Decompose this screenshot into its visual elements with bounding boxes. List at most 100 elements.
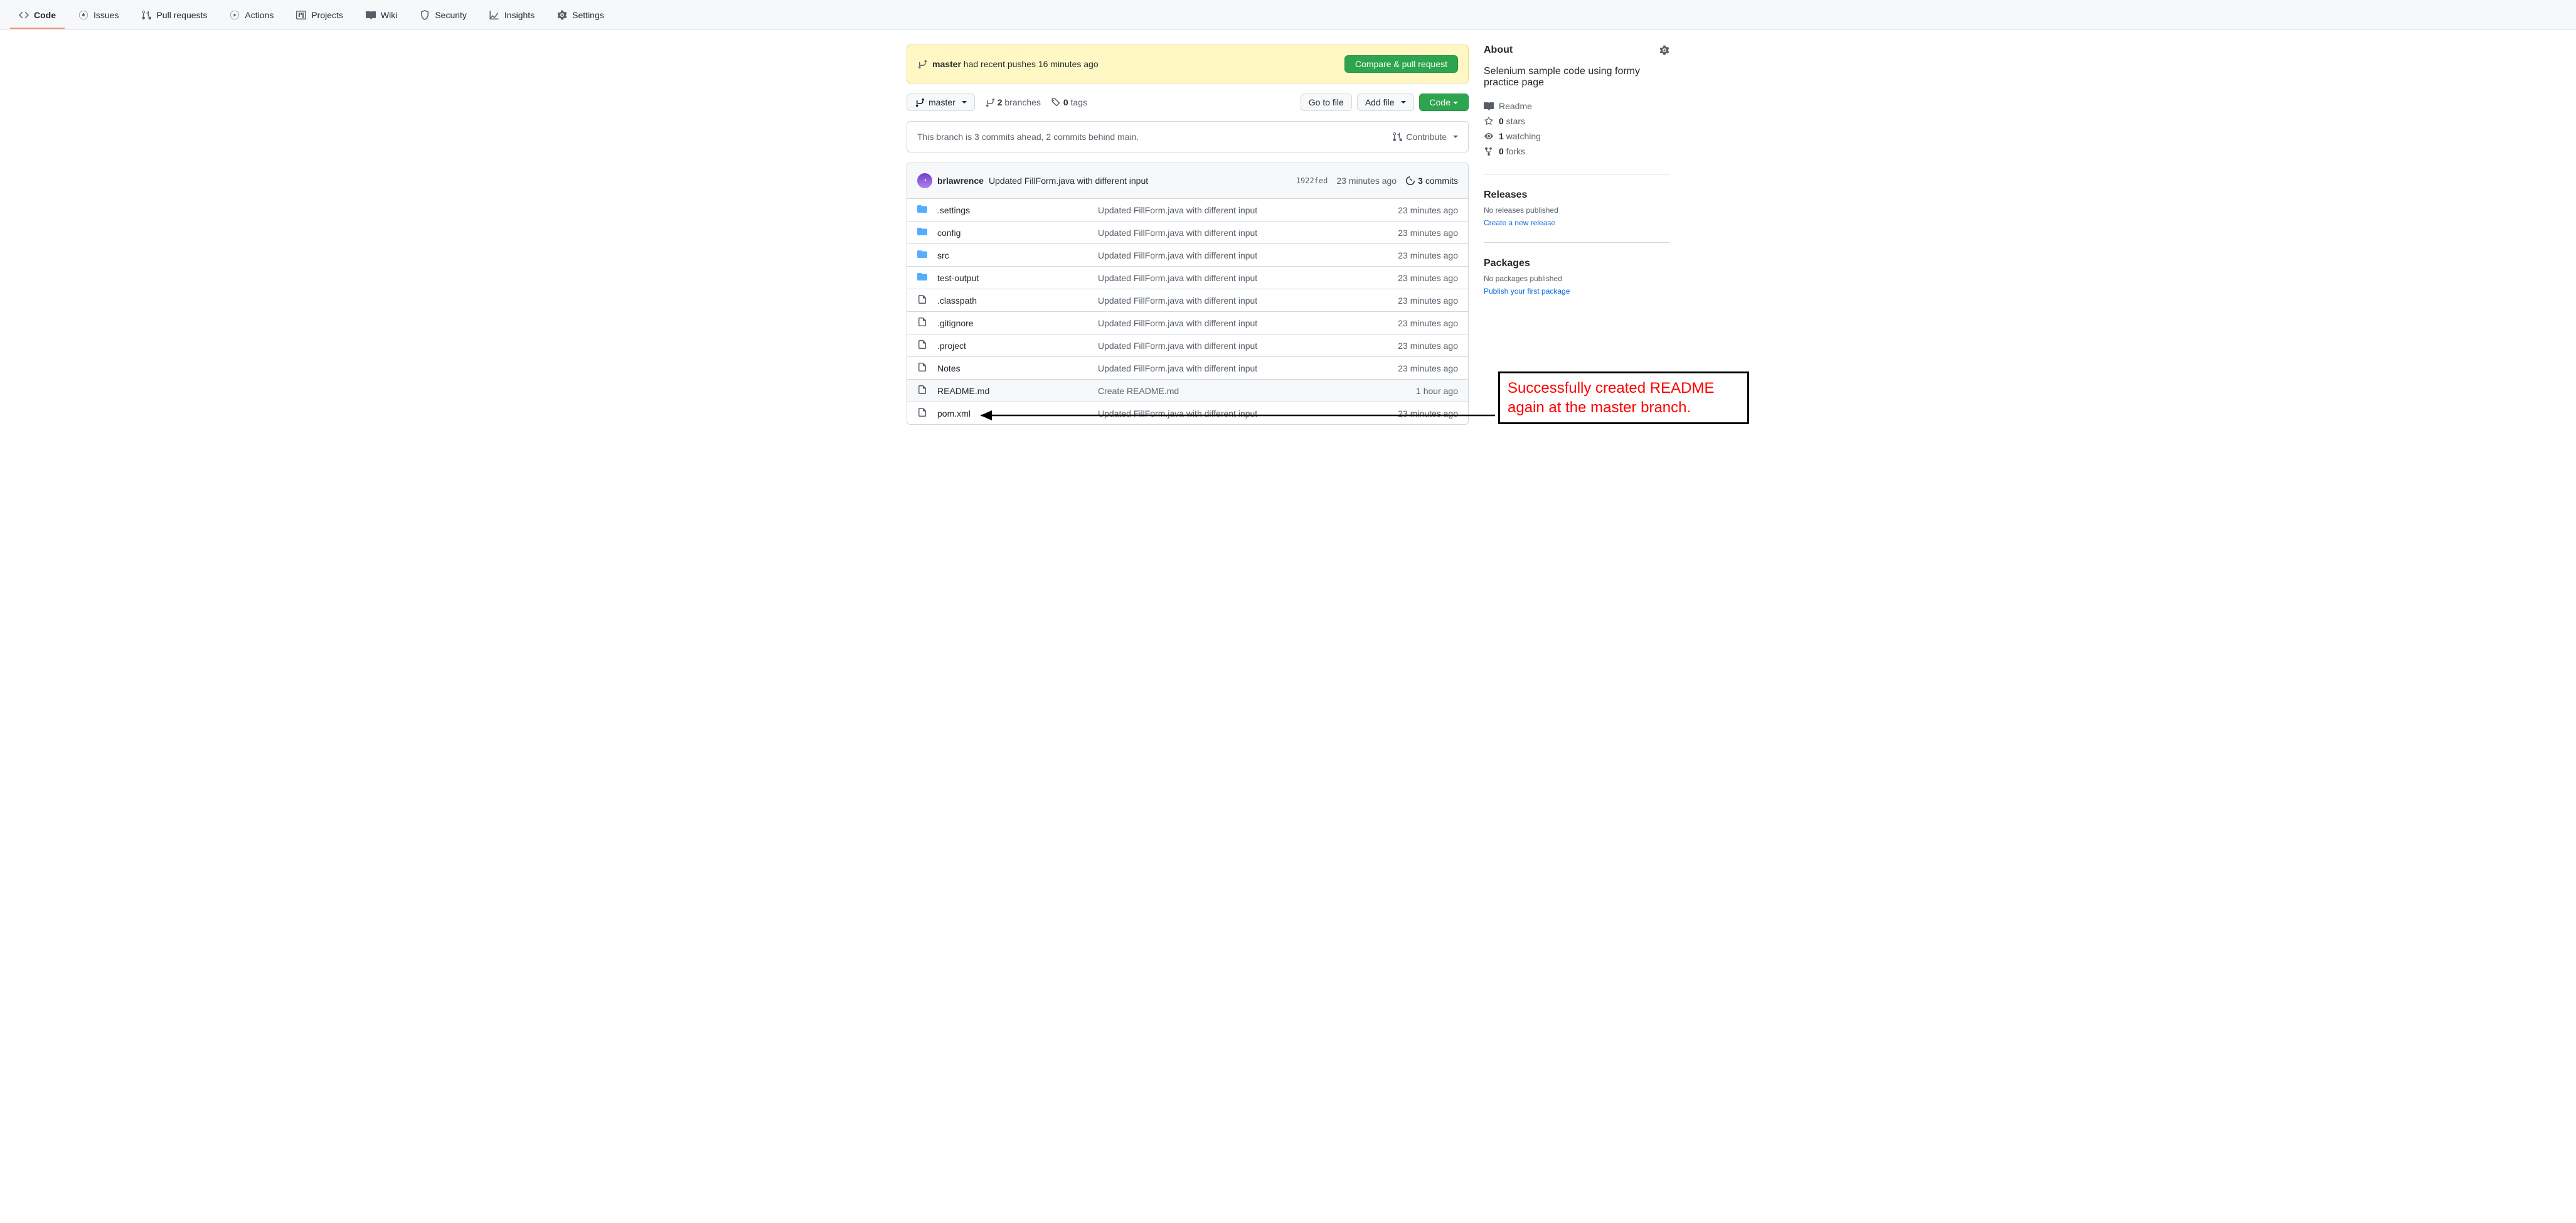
packages-heading: Packages <box>1484 258 1669 269</box>
latest-commit-header: ◔ brlawrence Updated FillForm.java with … <box>907 163 1468 199</box>
gear-icon[interactable] <box>1659 45 1669 55</box>
create-release-link[interactable]: Create a new release <box>1484 218 1555 227</box>
file-age: 1 hour ago <box>1370 386 1458 396</box>
table-row: Notes Updated FillForm.java with differen… <box>907 356 1468 379</box>
file-age: 23 minutes ago <box>1370 341 1458 351</box>
issue-icon <box>78 10 88 20</box>
folder-icon <box>917 227 927 238</box>
recent-push-alert: master had recent pushes 16 minutes ago … <box>907 45 1469 83</box>
tab-insights[interactable]: Insights <box>481 5 543 29</box>
flash-branch: master <box>932 59 961 69</box>
table-row: .gitignore Updated FillForm.java with dif… <box>907 311 1468 334</box>
tab-wiki[interactable]: Wiki <box>357 5 406 29</box>
code-icon <box>19 10 29 20</box>
file-name-link[interactable]: Notes <box>937 363 961 373</box>
file-age: 23 minutes ago <box>1370 228 1458 238</box>
history-icon <box>1405 176 1415 186</box>
about-description: Selenium sample code using formy practic… <box>1484 66 1669 88</box>
publish-package-link[interactable]: Publish your first package <box>1484 287 1570 296</box>
tab-projects[interactable]: Projects <box>287 5 352 29</box>
tab-code[interactable]: Code <box>10 5 65 29</box>
go-to-file-button[interactable]: Go to file <box>1301 93 1352 111</box>
contribute-button[interactable]: Contribute <box>1392 132 1458 142</box>
tab-settings[interactable]: Settings <box>548 5 613 29</box>
commits-label: commits <box>1425 176 1458 186</box>
add-file-button[interactable]: Add file <box>1357 93 1414 111</box>
commit-sha[interactable]: 1922fed <box>1296 176 1328 185</box>
readme-label: Readme <box>1499 101 1532 111</box>
tab-actions[interactable]: Actions <box>221 5 282 29</box>
branch-icon <box>917 59 927 69</box>
eye-icon <box>1484 131 1494 141</box>
file-icon <box>917 294 927 306</box>
table-row: .classpath Updated FillForm.java with dif… <box>907 289 1468 311</box>
file-commit-msg[interactable]: Updated FillForm.java with different inp… <box>1098 250 1257 260</box>
commit-message[interactable]: Updated FillForm.java with different inp… <box>989 176 1148 186</box>
commit-age: 23 minutes ago <box>1336 176 1397 186</box>
contribute-label: Contribute <box>1406 132 1447 142</box>
file-list-box: ◔ brlawrence Updated FillForm.java with … <box>907 163 1469 425</box>
file-name-link[interactable]: src <box>937 250 949 260</box>
file-age: 23 minutes ago <box>1370 363 1458 373</box>
file-commit-msg[interactable]: Updated FillForm.java with different inp… <box>1098 341 1257 351</box>
commit-author[interactable]: brlawrence <box>937 176 984 186</box>
readme-link[interactable]: Readme <box>1484 99 1669 114</box>
about-heading: About <box>1484 45 1513 56</box>
avatar[interactable]: ◔ <box>917 173 932 188</box>
file-age: 23 minutes ago <box>1370 205 1458 215</box>
file-name-link[interactable]: .project <box>937 341 966 351</box>
file-name-link[interactable]: README.md <box>937 386 989 396</box>
tab-pulls[interactable]: Pull requests <box>132 5 216 29</box>
file-commit-msg[interactable]: Updated FillForm.java with different inp… <box>1098 228 1257 238</box>
play-icon <box>230 10 240 20</box>
tab-issues-label: Issues <box>93 10 119 20</box>
annotation-callout: Successfully created README again at the… <box>1498 371 1749 424</box>
star-icon <box>1484 116 1494 126</box>
folder-icon <box>917 249 927 261</box>
code-download-button[interactable]: Code <box>1419 93 1469 111</box>
releases-section: Releases No releases published Create a … <box>1484 190 1669 243</box>
branch-select-button[interactable]: master <box>907 93 975 111</box>
stars-link[interactable]: 0 stars <box>1484 114 1669 129</box>
project-icon <box>296 10 306 20</box>
commits-history-link[interactable]: 3 commits <box>1405 176 1458 186</box>
compare-pull-request-button[interactable]: Compare & pull request <box>1344 55 1458 73</box>
file-commit-msg[interactable]: Updated FillForm.java with different inp… <box>1098 318 1257 328</box>
tab-security-label: Security <box>435 10 467 20</box>
file-name-link[interactable]: .gitignore <box>937 318 974 328</box>
file-commit-msg[interactable]: Updated FillForm.java with different inp… <box>1098 296 1257 306</box>
file-name-link[interactable]: test-output <box>937 273 979 283</box>
flash-text: master had recent pushes 16 minutes ago <box>932 59 1099 69</box>
file-name-link[interactable]: pom.xml <box>937 409 971 419</box>
file-commit-msg[interactable]: Updated FillForm.java with different inp… <box>1098 273 1257 283</box>
tab-insights-label: Insights <box>504 10 535 20</box>
tab-settings-label: Settings <box>572 10 604 20</box>
file-name-link[interactable]: .settings <box>937 205 970 215</box>
packages-section: Packages No packages published Publish y… <box>1484 258 1669 311</box>
branches-link[interactable]: 2 branches <box>985 97 1041 107</box>
fork-icon <box>1484 146 1494 156</box>
tab-security[interactable]: Security <box>411 5 476 29</box>
shield-icon <box>420 10 430 20</box>
forks-label: forks <box>1504 146 1525 156</box>
branch-select-label: master <box>929 97 955 107</box>
file-rows: .settings Updated FillForm.java with diff… <box>907 199 1468 424</box>
file-commit-msg[interactable]: Updated FillForm.java with different inp… <box>1098 205 1257 215</box>
file-commit-msg[interactable]: Create README.md <box>1098 386 1179 396</box>
tags-link[interactable]: 0 tags <box>1051 97 1087 107</box>
tab-issues[interactable]: Issues <box>70 5 127 29</box>
branches-label: branches <box>1002 97 1040 107</box>
file-name-link[interactable]: .classpath <box>937 296 977 306</box>
file-commit-msg[interactable]: Updated FillForm.java with different inp… <box>1098 409 1257 419</box>
file-icon <box>917 407 927 419</box>
watching-link[interactable]: 1 watching <box>1484 129 1669 144</box>
file-name-link[interactable]: config <box>937 228 961 238</box>
forks-link[interactable]: 0 forks <box>1484 144 1669 159</box>
tags-count: 0 <box>1063 97 1068 107</box>
file-commit-msg[interactable]: Updated FillForm.java with different inp… <box>1098 363 1257 373</box>
file-age: 23 minutes ago <box>1370 296 1458 306</box>
tab-pulls-label: Pull requests <box>156 10 207 20</box>
graph-icon <box>489 10 499 20</box>
flash-rest: had recent pushes 16 minutes ago <box>961 59 1099 69</box>
file-icon <box>917 317 927 329</box>
